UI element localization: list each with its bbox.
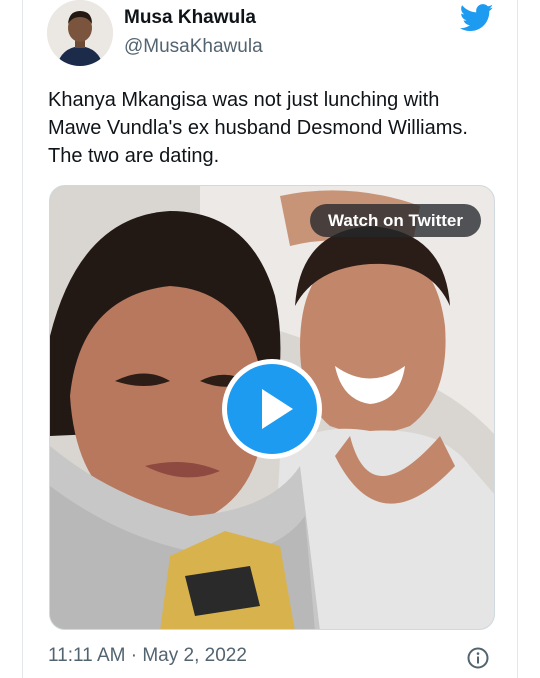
tweet-card: Musa Khawula @MusaKhawula Khanya Mkangis… bbox=[22, 0, 518, 678]
author-handle[interactable]: @MusaKhawula bbox=[124, 36, 263, 58]
avatar[interactable] bbox=[47, 0, 113, 66]
play-icon-circle bbox=[227, 364, 317, 454]
play-icon bbox=[262, 389, 293, 429]
tweet-timestamp[interactable]: 11:11 AM · May 2, 2022 bbox=[48, 645, 247, 667]
play-button[interactable] bbox=[222, 359, 322, 459]
tweet-text: Khanya Mkangisa was not just lunching wi… bbox=[48, 89, 468, 167]
watch-on-twitter-button[interactable]: Watch on Twitter bbox=[309, 204, 481, 237]
author-display-name[interactable]: Musa Khawula bbox=[124, 7, 256, 29]
video-player[interactable]: Watch on Twitter bbox=[49, 185, 495, 630]
info-icon[interactable] bbox=[466, 646, 490, 670]
twitter-bird-icon[interactable] bbox=[459, 4, 494, 32]
avatar-image bbox=[47, 0, 113, 66]
